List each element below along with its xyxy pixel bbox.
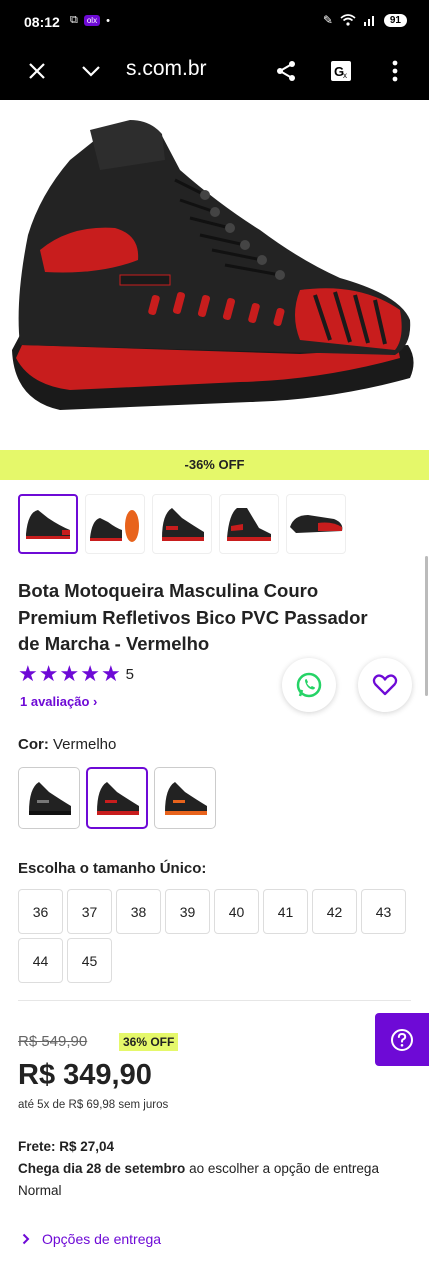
divider (18, 1000, 411, 1001)
review-count-link[interactable]: 1 avaliação › (20, 694, 97, 709)
heart-icon (372, 674, 398, 696)
shipping-info: Frete: R$ 27,04 Chega dia 28 de setembro… (18, 1136, 398, 1202)
product-main-image[interactable] (0, 100, 429, 450)
star-icon: ★ (38, 661, 59, 686)
thumbnail-1[interactable] (18, 494, 78, 554)
whatsapp-share-button[interactable] (282, 658, 336, 712)
size-option[interactable]: 45 (67, 938, 112, 983)
size-option[interactable]: 39 (165, 889, 210, 934)
star-icon: ★ (100, 661, 121, 686)
size-option[interactable]: 36 (18, 889, 63, 934)
thumbnail-2[interactable] (85, 494, 145, 554)
url-text[interactable]: s.com.br (126, 57, 207, 81)
signal-icon (363, 16, 374, 26)
status-time: 08:12 (24, 14, 60, 30)
share-icon[interactable] (271, 56, 301, 86)
discount-banner: -36% OFF (0, 450, 429, 480)
size-option[interactable]: 38 (116, 889, 161, 934)
review-count-label: 1 avaliação (20, 694, 90, 709)
svg-text:x: x (343, 71, 347, 80)
rating-value: 5 (125, 665, 135, 683)
rating: ★ ★ ★ ★ ★ 5 (18, 663, 134, 685)
thumbnail-5[interactable] (286, 494, 346, 554)
help-icon (391, 1028, 413, 1051)
chevron-right-icon (22, 1233, 30, 1245)
size-option[interactable]: 42 (312, 889, 357, 934)
discount-badge: 36% OFF (119, 1033, 179, 1051)
color-label: Cor: Vermelho (18, 736, 116, 753)
size-option[interactable]: 37 (67, 889, 112, 934)
help-button[interactable] (375, 1013, 429, 1066)
arrival-date: Chega dia 28 de setembro (18, 1161, 186, 1176)
current-price: R$ 349,90 (18, 1059, 152, 1091)
size-option[interactable]: 43 (361, 889, 406, 934)
color-option-red[interactable] (86, 767, 148, 829)
star-icon: ★ (18, 661, 38, 686)
chevron-right-icon: › (93, 694, 98, 709)
screenshot-icon: ⧉ (70, 14, 78, 26)
scrollbar[interactable] (425, 556, 428, 696)
battery-level: 91 (383, 13, 407, 27)
status-system-icons: ✎ 91 (323, 13, 407, 27)
star-icon: ★ (59, 661, 80, 686)
status-notifications: ⧉ olx • (70, 14, 110, 27)
color-option-orange[interactable] (154, 767, 216, 829)
chevron-down-icon[interactable] (76, 56, 106, 86)
favorite-button[interactable] (358, 658, 412, 712)
star-icon: ★ (80, 661, 100, 686)
status-bar: 08:12 ⧉ olx • ✎ 91 (0, 0, 429, 42)
delivery-options-label: Opções de entrega (42, 1231, 162, 1247)
browser-toolbar: s.com.br Gx (0, 42, 429, 100)
size-options: 36 37 38 39 40 41 42 43 44 45 (18, 889, 413, 983)
color-value: Vermelho (53, 736, 117, 753)
thumbnail-4[interactable] (219, 494, 279, 554)
color-label-title: Cor: (18, 736, 49, 753)
size-option[interactable]: 40 (214, 889, 259, 934)
old-price: R$ 549,90 (18, 1033, 88, 1050)
image-thumbnails (18, 494, 346, 554)
size-label: Escolha o tamanho Único: (18, 860, 207, 877)
dot-icon: • (106, 14, 110, 27)
translate-icon[interactable]: Gx (326, 56, 356, 86)
leaf-icon: ✎ (322, 13, 333, 27)
size-option[interactable]: 44 (18, 938, 63, 983)
boot-image (12, 120, 414, 410)
color-option-black[interactable] (18, 767, 80, 829)
shipping-cost: Frete: R$ 27,04 (18, 1139, 115, 1154)
wifi-icon (340, 14, 356, 26)
product-title: Bota Motoqueira Masculina Couro Premium … (18, 580, 368, 654)
olx-app-icon: olx (83, 15, 101, 26)
thumbnail-3[interactable] (152, 494, 212, 554)
whatsapp-icon (296, 672, 322, 698)
installments-text: até 5x de R$ 69,98 sem juros (18, 1099, 169, 1111)
color-options (18, 767, 216, 829)
rating-stars: ★ ★ ★ ★ ★ (18, 663, 121, 685)
close-icon[interactable] (22, 56, 52, 86)
size-option[interactable]: 41 (263, 889, 308, 934)
delivery-options-link[interactable]: Opções de entrega (22, 1231, 161, 1247)
more-vert-icon[interactable] (380, 56, 410, 86)
